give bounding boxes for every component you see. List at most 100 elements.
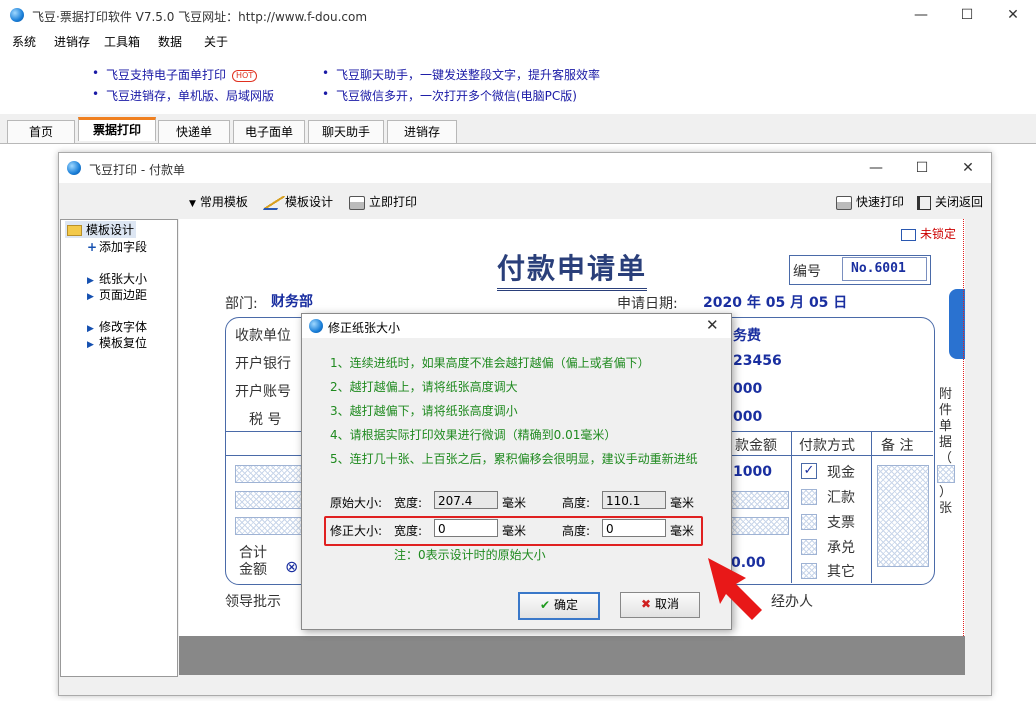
form-title[interactable]: 付款申请单 [497,247,648,291]
tab-inventory[interactable]: 进销存 [387,120,457,143]
tab-chat-helper[interactable]: 聊天助手 [308,120,384,143]
close-button[interactable]: ✕ [990,0,1036,30]
notice-link-eface[interactable]: 飞豆支持电子面单打印 HOT [106,66,258,83]
notice-text[interactable]: 飞豆支持电子面单打印 [106,68,226,82]
amount-header[interactable]: 款金额 [735,435,777,455]
number-label[interactable]: 编号 [793,261,821,281]
bank-value[interactable]: 23456 [733,353,782,369]
checkbox-checked-icon[interactable]: ✓ [801,463,817,479]
tree-add-field[interactable]: + 添加字段 [87,238,147,255]
maximize-button[interactable]: ☐ [944,0,990,30]
unit-label: 毫米 [502,524,527,538]
date-value[interactable]: 2020 年 05 月 05 日 [703,292,847,312]
tip-line: 2、越打越偏上，请将纸张高度调大 [330,380,518,394]
leader-label[interactable]: 领导批示 [225,591,281,611]
folder-icon [67,225,82,236]
handler-label[interactable]: 经办人 [771,591,813,611]
tree-modify-font[interactable]: ▶ 修改字体 [87,318,147,335]
remark-cell[interactable] [877,465,929,567]
item-cell[interactable] [731,517,789,535]
ok-button[interactable]: ✔ 确定 [518,592,600,620]
app-logo-icon [10,8,24,22]
bank-label[interactable]: 开户银行 [235,353,291,373]
checkbox-icon[interactable] [801,563,817,579]
tab-eface[interactable]: 电子面单 [233,120,305,143]
printer-icon [836,195,852,210]
minimize-button[interactable]: — [853,153,899,183]
quick-print-button[interactable]: 快速打印 [836,193,904,210]
print-now-label: 立即打印 [369,195,418,209]
tip-line: 1、连续进纸时，如果高度不准会越打越偏（偏上或者偏下） [330,356,650,370]
account-value[interactable]: 000 [733,381,762,397]
checkbox-icon[interactable] [801,539,817,555]
menu-about[interactable]: 关于 [204,33,228,50]
method-other[interactable]: 其它 [827,561,855,581]
orig-height-label: 高度: [562,496,591,510]
total-label-2[interactable]: 金额 [239,562,267,578]
templates-dropdown[interactable]: ▼ 常用模板 [189,193,248,210]
tree-template-reset[interactable]: ▶ 模板复位 [87,334,147,351]
templates-label: 常用模板 [199,195,248,209]
bullet-icon: • [92,66,100,80]
notice-link-inventory[interactable]: 飞豆进销存，单机版、局域网版 [106,87,274,104]
notice-link-wechat[interactable]: 飞豆微信多开，一次打开多个微信(电脑PC版) [336,87,577,104]
menu-inventory[interactable]: 进销存 [54,33,90,50]
method-acceptance[interactable]: 承兑 [827,537,855,557]
purpose-value[interactable]: 务费 [733,325,761,345]
tree-label: 页面边距 [99,288,148,302]
maximize-button[interactable]: ☐ [899,153,945,183]
remark-header[interactable]: 备 注 [881,435,913,455]
tax-label[interactable]: 税 号 [249,409,281,429]
col-divider [791,431,792,583]
dept-label[interactable]: 部门: [225,293,258,313]
menu-toolbox[interactable]: 工具箱 [104,33,140,50]
date-label[interactable]: 申请日期: [617,293,678,313]
design-button[interactable]: 模板设计 [262,193,333,210]
tree-page-margin[interactable]: ▶ 页面边距 [87,286,147,303]
checkbox-icon[interactable] [801,514,817,530]
attachment-label-top[interactable]: 附件单据（ [939,387,953,467]
note-text: 注：0表示设计时的原始大小 [394,548,546,562]
tree-root[interactable]: 模板设计 [65,221,137,238]
account-label[interactable]: 开户账号 [235,381,291,401]
print-window-titlebar [59,153,991,183]
unlocked-toggle[interactable]: 未锁定 [901,225,956,242]
minimize-button[interactable]: — [898,0,944,30]
method-cash[interactable]: 现金 [827,462,855,482]
pencil-icon [262,195,286,210]
tax-value[interactable]: 000 [733,409,762,425]
item-cell[interactable] [731,491,789,509]
dept-value[interactable]: 财务部 [271,291,313,311]
attachment-label-bottom[interactable]: ）张 [939,485,953,517]
method-check[interactable]: 支票 [827,512,855,532]
cancel-button[interactable]: ✖ 取消 [620,592,700,618]
print-now-button[interactable]: 立即打印 [349,193,417,210]
amount-value[interactable]: 1000 [733,464,772,480]
pay-method-header[interactable]: 付款方式 [799,435,855,455]
dialog-close-icon[interactable]: ✕ [706,316,719,334]
payee-label[interactable]: 收款单位 [235,325,291,345]
quick-print-label: 快速打印 [856,195,905,209]
menu-system[interactable]: 系统 [12,33,36,50]
cross-circle-icon: ⊗ [285,557,299,576]
fix-height-label: 高度: [562,524,591,538]
number-value[interactable]: No.6001 [851,261,906,276]
tab-receipt-print[interactable]: 票据打印 [78,117,156,141]
unit-label: 毫米 [502,496,527,510]
menu-data[interactable]: 数据 [158,33,182,50]
checkbox-icon[interactable] [801,489,817,505]
method-transfer[interactable]: 汇款 [827,487,855,507]
tab-express[interactable]: 快递单 [158,120,230,143]
annotation-arrow-icon [708,558,762,620]
close-button[interactable]: ✕ [945,153,991,183]
print-window-title: 飞豆打印 - 付款单 [89,163,185,177]
fix-height-input[interactable]: 0 [602,519,666,537]
unit-label: 毫米 [670,496,695,510]
fix-width-input[interactable]: 0 [434,519,498,537]
total-label-1[interactable]: 合计 [239,545,267,561]
tab-home[interactable]: 首页 [7,120,75,143]
close-return-button[interactable]: 关闭返回 [917,193,983,210]
tree-paper-size[interactable]: ▶ 纸张大小 [87,270,147,287]
attachment-cell[interactable] [937,465,955,483]
notice-link-chat[interactable]: 飞豆聊天助手，一键发送整段文字，提升客服效率 [336,66,600,83]
